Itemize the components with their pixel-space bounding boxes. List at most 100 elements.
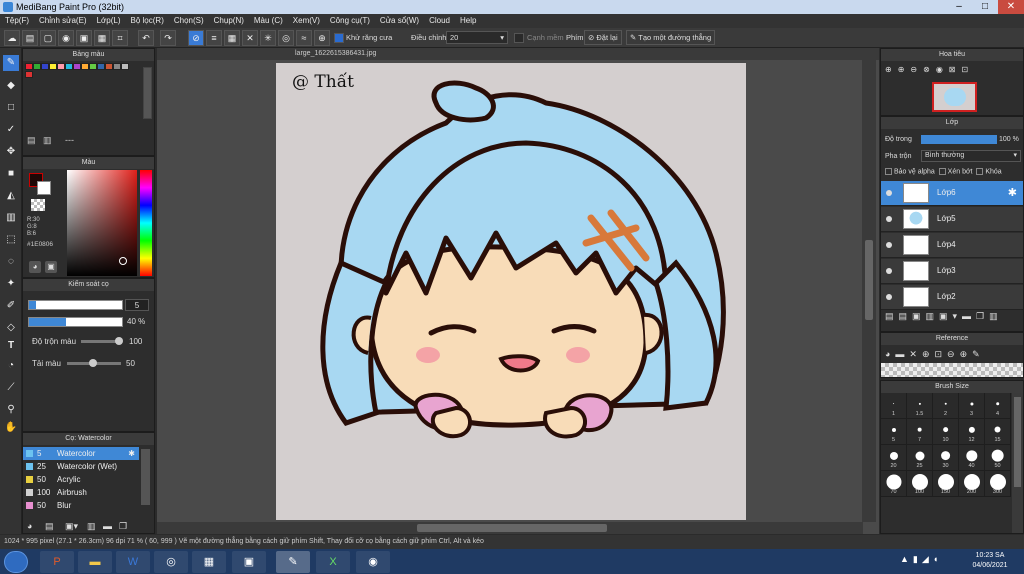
curve-snap-icon[interactable]: ≈ — [296, 30, 312, 46]
brush-size-slider[interactable] — [28, 300, 123, 310]
chrome-app-icon[interactable]: ◉ — [356, 551, 390, 573]
brush-size-cell[interactable]: 1.5 — [907, 393, 933, 419]
remote-app-icon[interactable]: ▣ — [232, 551, 266, 573]
parallel-snap-icon[interactable]: ≡ — [206, 30, 222, 46]
brush-folder-icon[interactable]: ▤ — [45, 521, 54, 532]
brush-size-cell[interactable]: 10 — [933, 419, 959, 445]
comment-icon[interactable]: ▢ — [40, 30, 56, 46]
brush-list-item[interactable]: 100 Airbrush — [23, 486, 139, 499]
layer-blend-select[interactable]: Bình thường ▾ — [921, 150, 1021, 162]
canvas-horizontal-scrollbar[interactable] — [157, 522, 863, 534]
brush-size-cell[interactable]: 3 — [959, 393, 985, 419]
eye-icon[interactable] — [886, 294, 892, 300]
swatch-menu-icon[interactable]: --- — [65, 135, 74, 145]
swatch-delete-icon[interactable]: ▥ — [43, 135, 52, 146]
media-app-icon[interactable]: ◎ — [154, 551, 188, 573]
medibang-app-icon[interactable]: ✎ — [276, 551, 310, 573]
brush-size-cell[interactable]: 1 — [881, 393, 907, 419]
brush-size-cell[interactable]: 40 — [959, 445, 985, 471]
bucket-tool-icon[interactable]: ◭ — [3, 188, 19, 204]
grid-snap-icon[interactable]: ▦ — [224, 30, 240, 46]
rect-fill-icon[interactable]: ■ — [3, 166, 19, 182]
brush-copy-icon[interactable]: ▥ — [87, 521, 96, 532]
softedge-checkbox[interactable] — [514, 33, 524, 43]
navigator-zoom-tools[interactable]: ⊕⊕⊖⊗◉⊠⊡ — [885, 65, 974, 74]
canvas-paper[interactable]: @ Thất — [276, 63, 746, 520]
swatch-add-icon[interactable]: ▤ — [27, 135, 36, 146]
layer-row[interactable]: Lớp3 — [881, 259, 1023, 284]
clipping-checkbox[interactable] — [938, 168, 946, 175]
magic-wand-icon[interactable]: ✦ — [3, 276, 19, 292]
grid-icon[interactable]: ▦ — [94, 30, 110, 46]
select-pen-icon[interactable]: ✓ — [3, 122, 19, 138]
lasso-tool-icon[interactable]: ◌ — [3, 254, 19, 270]
transparent-color[interactable] — [31, 199, 45, 211]
navigator-preview[interactable] — [932, 82, 977, 112]
brush-size-cell[interactable]: 20 — [881, 445, 907, 471]
balloon-tool-icon[interactable]: ◔ — [3, 358, 19, 374]
save-icon[interactable]: ▣ — [76, 30, 92, 46]
brush-list-item[interactable]: 50 Acrylic — [23, 473, 139, 486]
new-file-icon[interactable]: ▤ — [22, 30, 38, 46]
share-icon[interactable]: ◉ — [58, 30, 74, 46]
text-tool-icon[interactable]: T — [3, 338, 19, 354]
layer-row[interactable]: Lớp5 — [881, 207, 1023, 232]
crop-icon[interactable]: ⌗ — [112, 30, 128, 46]
antialias-checkbox[interactable] — [334, 33, 344, 43]
brush-size-value[interactable]: 5 — [125, 299, 149, 311]
hand-tool-icon[interactable]: ✋ — [3, 420, 19, 436]
start-button[interactable] — [4, 551, 28, 573]
brush-list-item[interactable]: 50 Blur — [23, 499, 139, 512]
select-pen2-icon[interactable]: ✐ — [3, 298, 19, 314]
correction-select[interactable]: 20 ▾ — [446, 31, 508, 44]
menu-item[interactable]: Bộ lọc(R) — [126, 14, 169, 28]
undo-icon[interactable]: ↶ — [138, 30, 154, 46]
reference-tools[interactable]: ◕▬✕⊕⊡⊖⊕✎ — [885, 349, 985, 360]
menu-item[interactable]: Chỉnh sửa(E) — [34, 14, 92, 28]
palette-icon[interactable]: ◕ — [29, 261, 41, 273]
divide-tool-icon[interactable]: ⟋ — [3, 380, 19, 396]
brush-size-cell[interactable]: 5 — [881, 419, 907, 445]
brush-size-cell[interactable]: 70 — [881, 471, 907, 497]
cross-snap-icon[interactable]: ✕ — [242, 30, 258, 46]
brush-size-cell[interactable]: 25 — [907, 445, 933, 471]
explorer-app-icon[interactable]: ▬ — [78, 551, 112, 573]
clock[interactable]: 10:23 SA 04/06/2021 — [960, 551, 1020, 571]
brush-folder2-icon[interactable]: ▬ — [103, 521, 112, 531]
brush-size-cell[interactable]: 30 — [933, 445, 959, 471]
brush-size-scrollbar[interactable] — [1012, 393, 1023, 533]
brush-list-scrollbar[interactable] — [141, 449, 150, 505]
lock-checkbox[interactable] — [976, 168, 984, 175]
eyedropper-icon[interactable]: ⚲ — [3, 402, 19, 418]
menu-item[interactable]: Cloud — [424, 14, 455, 28]
minimize-button[interactable]: – — [946, 0, 972, 14]
layer-opacity-slider[interactable] — [921, 135, 997, 144]
reset-button[interactable]: ⊘ Đặt lại — [584, 30, 622, 45]
eye-icon[interactable] — [886, 190, 892, 196]
blend-slider[interactable] — [81, 337, 123, 345]
color-cursor[interactable] — [119, 257, 127, 265]
cloud-icon[interactable]: ☁ — [4, 30, 20, 46]
brush-size-cell[interactable]: 50 — [985, 445, 1011, 471]
powerpoint-app-icon[interactable]: P — [40, 551, 74, 573]
menu-item[interactable]: Cửa sổ(W) — [375, 14, 424, 28]
brush-duplicate-icon[interactable]: ❐ — [119, 521, 127, 532]
calculator-app-icon[interactable]: ▦ — [192, 551, 226, 573]
eraser-tool-icon[interactable]: ◆ — [3, 78, 19, 94]
gradient-tool-icon[interactable]: ▥ — [3, 210, 19, 226]
protect-alpha-checkbox[interactable] — [885, 168, 892, 175]
gear-icon[interactable]: ✱ — [1008, 186, 1017, 199]
dot-tool-icon[interactable]: □ — [3, 100, 19, 116]
brush-add-icon[interactable]: ◕ — [27, 521, 32, 531]
brush-list-item[interactable]: 5 Watercolor ✱ — [23, 447, 139, 460]
menu-item[interactable]: Chụp(N) — [209, 14, 249, 28]
straight-line-button[interactable]: ✎ Tạo một đường thẳng — [626, 30, 716, 45]
tray-icons[interactable]: ▲▮◢◖ — [900, 554, 942, 565]
secondary-color[interactable] — [37, 181, 51, 195]
layer-row[interactable]: Lớp4 — [881, 233, 1023, 258]
brush-list-item[interactable]: 25 Watercolor (Wet) — [23, 460, 139, 473]
document-tab[interactable]: large_1622615386431.jpg — [157, 48, 879, 60]
snap-off-icon[interactable]: ⊘ — [188, 30, 204, 46]
brush-size-cell[interactable]: 7 — [907, 419, 933, 445]
circle-snap-icon[interactable]: ◎ — [278, 30, 294, 46]
